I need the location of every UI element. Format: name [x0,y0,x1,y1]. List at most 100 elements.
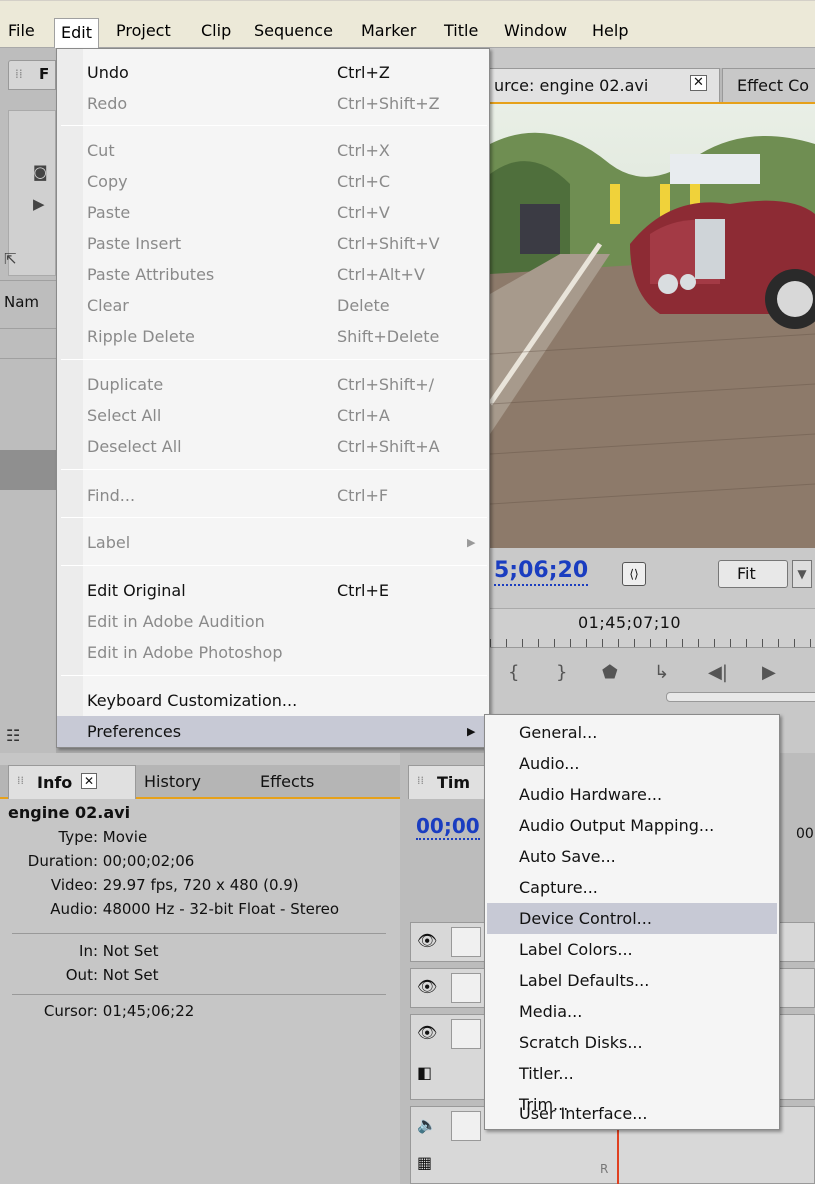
mark-out-icon[interactable]: } [556,662,567,683]
submenu-item-audio[interactable]: Audio... [487,748,777,779]
menu-file[interactable]: File [2,16,41,46]
menu-item-preferences[interactable]: Preferences ▶ [57,716,489,747]
menu-item-shortcut: Delete [337,296,390,315]
menu-project[interactable]: Project [110,16,177,46]
menu-item-edit-original[interactable]: Edit Original Ctrl+E [57,575,489,606]
tab-effects[interactable]: Effects [260,772,314,791]
tab-source[interactable]: urce: engine 02.avi ✕ [490,68,720,102]
camera-icon[interactable]: ◙ [33,163,48,181]
tab-history[interactable]: History [144,772,201,791]
list-view-icon[interactable]: ☷ [6,726,20,745]
info-key: In: [79,942,98,960]
eye-icon[interactable]: 👁 [417,931,437,950]
ruler-ticks [490,639,815,647]
menu-item-label: Cut [87,141,115,160]
menu-item-label: Duplicate [87,375,164,394]
submenu-item-label-colors[interactable]: Label Colors... [487,934,777,965]
safe-margin-icon[interactable]: ⟨⟩ [622,562,646,586]
tab-effect-controls[interactable]: Effect Co [722,68,815,102]
menu-item-ripple-delete[interactable]: Ripple Delete Shift+Delete [57,321,489,352]
project-panel-tab[interactable]: ⁞⁞ F [8,60,56,90]
menu-marker[interactable]: Marker [355,16,422,46]
menu-item-undo[interactable]: Undo Ctrl+Z [57,57,489,88]
keyframe-display-icon[interactable]: ◧ [417,1063,432,1082]
menu-item-paste[interactable]: Paste Ctrl+V [57,197,489,228]
info-cursor-row: Cursor: 01;45;06;22 [8,1002,194,1020]
submenu-item-label: Auto Save... [519,847,616,866]
submenu-item-audio-output-mapping[interactable]: Audio Output Mapping... [487,810,777,841]
menu-window[interactable]: Window [498,16,573,46]
tab-info[interactable]: ⁞⁞ Info ✕ [8,765,136,799]
timeline-ruler-label: 00 [796,826,814,842]
submenu-item-scratch-disks[interactable]: Scratch Disks... [487,1027,777,1058]
menu-item-redo[interactable]: Redo Ctrl+Shift+Z [57,88,489,119]
menu-item-edit-in-photoshop[interactable]: Edit in Adobe Photoshop [57,637,489,668]
submenu-item-user-interface[interactable]: User Interface... [487,1098,777,1129]
speaker-icon[interactable]: 🔈 [417,1115,437,1134]
info-in-row: In: Not Set [8,942,158,960]
menu-item-duplicate[interactable]: Duplicate Ctrl+Shift+/ [57,369,489,400]
name-column-header[interactable]: Nam [4,293,39,311]
tab-timeline[interactable]: ⁞⁞ Tim [408,765,488,799]
grip-icon: ⁞⁞ [15,67,23,81]
set-marker-icon[interactable]: ⬟ [602,662,618,683]
submenu-item-label-defaults[interactable]: Label Defaults... [487,965,777,996]
timeline-timecode[interactable]: 00;00 [416,814,480,840]
menu-item-shortcut: Ctrl+A [337,406,390,425]
close-icon[interactable]: ✕ [690,75,707,91]
lock-toggle[interactable] [451,1111,481,1141]
menu-item-label: Keyboard Customization... [87,691,298,710]
info-video-row: Video: 29.97 fps, 720 x 480 (0.9) [8,876,299,894]
submenu-item-media[interactable]: Media... [487,996,777,1027]
current-timecode[interactable]: 5;06;20 [494,558,589,586]
menu-edit[interactable]: Edit [54,18,99,49]
lock-toggle[interactable] [451,927,481,957]
menu-help[interactable]: Help [586,16,634,46]
menu-item-keyboard-customization[interactable]: Keyboard Customization... [57,685,489,716]
play-icon[interactable]: ▶ [762,662,776,683]
divider [12,994,386,995]
lock-toggle[interactable] [451,973,481,1003]
go-to-in-icon[interactable]: ↳ [654,662,669,683]
menu-item-paste-insert[interactable]: Paste Insert Ctrl+Shift+V [57,228,489,259]
menu-clip[interactable]: Clip [195,16,237,46]
menu-item-copy[interactable]: Copy Ctrl+C [57,166,489,197]
zoom-select[interactable]: Fit [718,560,788,588]
menu-item-clear[interactable]: Clear Delete [57,290,489,321]
menu-item-shortcut: Ctrl+Z [337,63,390,82]
video-frame-image [490,104,815,548]
submenu-item-titler[interactable]: Titler... [487,1058,777,1089]
submenu-item-general[interactable]: General... [487,717,777,748]
menu-sequence[interactable]: Sequence [248,16,339,46]
info-key: Audio: [50,900,98,918]
menu-item-edit-in-audition[interactable]: Edit in Adobe Audition [57,606,489,637]
mark-in-icon[interactable]: { [508,662,519,683]
submenu-item-capture[interactable]: Capture... [487,872,777,903]
submenu-item-label: Label Colors... [519,940,633,959]
play-icon[interactable]: ▶ [33,195,45,213]
menu-item-paste-attributes[interactable]: Paste Attributes Ctrl+Alt+V [57,259,489,290]
waveform-icon[interactable]: ▦ [417,1153,432,1172]
menu-item-deselect-all[interactable]: Deselect All Ctrl+Shift+A [57,431,489,462]
menu-item-cut[interactable]: Cut Ctrl+X [57,135,489,166]
selected-row[interactable] [0,450,56,490]
step-back-icon[interactable]: ◀| [708,662,728,683]
eye-icon[interactable]: 👁 [417,977,437,996]
menu-item-label-submenu[interactable]: Label ▶ [57,527,489,558]
menu-title[interactable]: Title [438,16,484,46]
video-frame [490,104,815,548]
submenu-item-auto-save[interactable]: Auto Save... [487,841,777,872]
monitor-time-ruler[interactable]: 01;45;07;10 [490,608,815,648]
grip-icon: ⁞⁞ [17,774,24,787]
jog-slider[interactable] [666,692,815,702]
lock-toggle[interactable] [451,1019,481,1049]
close-icon[interactable]: ✕ [81,773,98,789]
submenu-item-device-control[interactable]: Device Control... [487,903,777,934]
menu-item-find[interactable]: Find... Ctrl+F [57,480,489,511]
folder-up-icon[interactable]: ⇱ [4,250,17,268]
project-tab-label: F [39,65,50,83]
menu-item-select-all[interactable]: Select All Ctrl+A [57,400,489,431]
chevron-down-icon[interactable]: ▼ [792,560,812,588]
submenu-item-audio-hardware[interactable]: Audio Hardware... [487,779,777,810]
eye-icon[interactable]: 👁 [417,1023,437,1042]
